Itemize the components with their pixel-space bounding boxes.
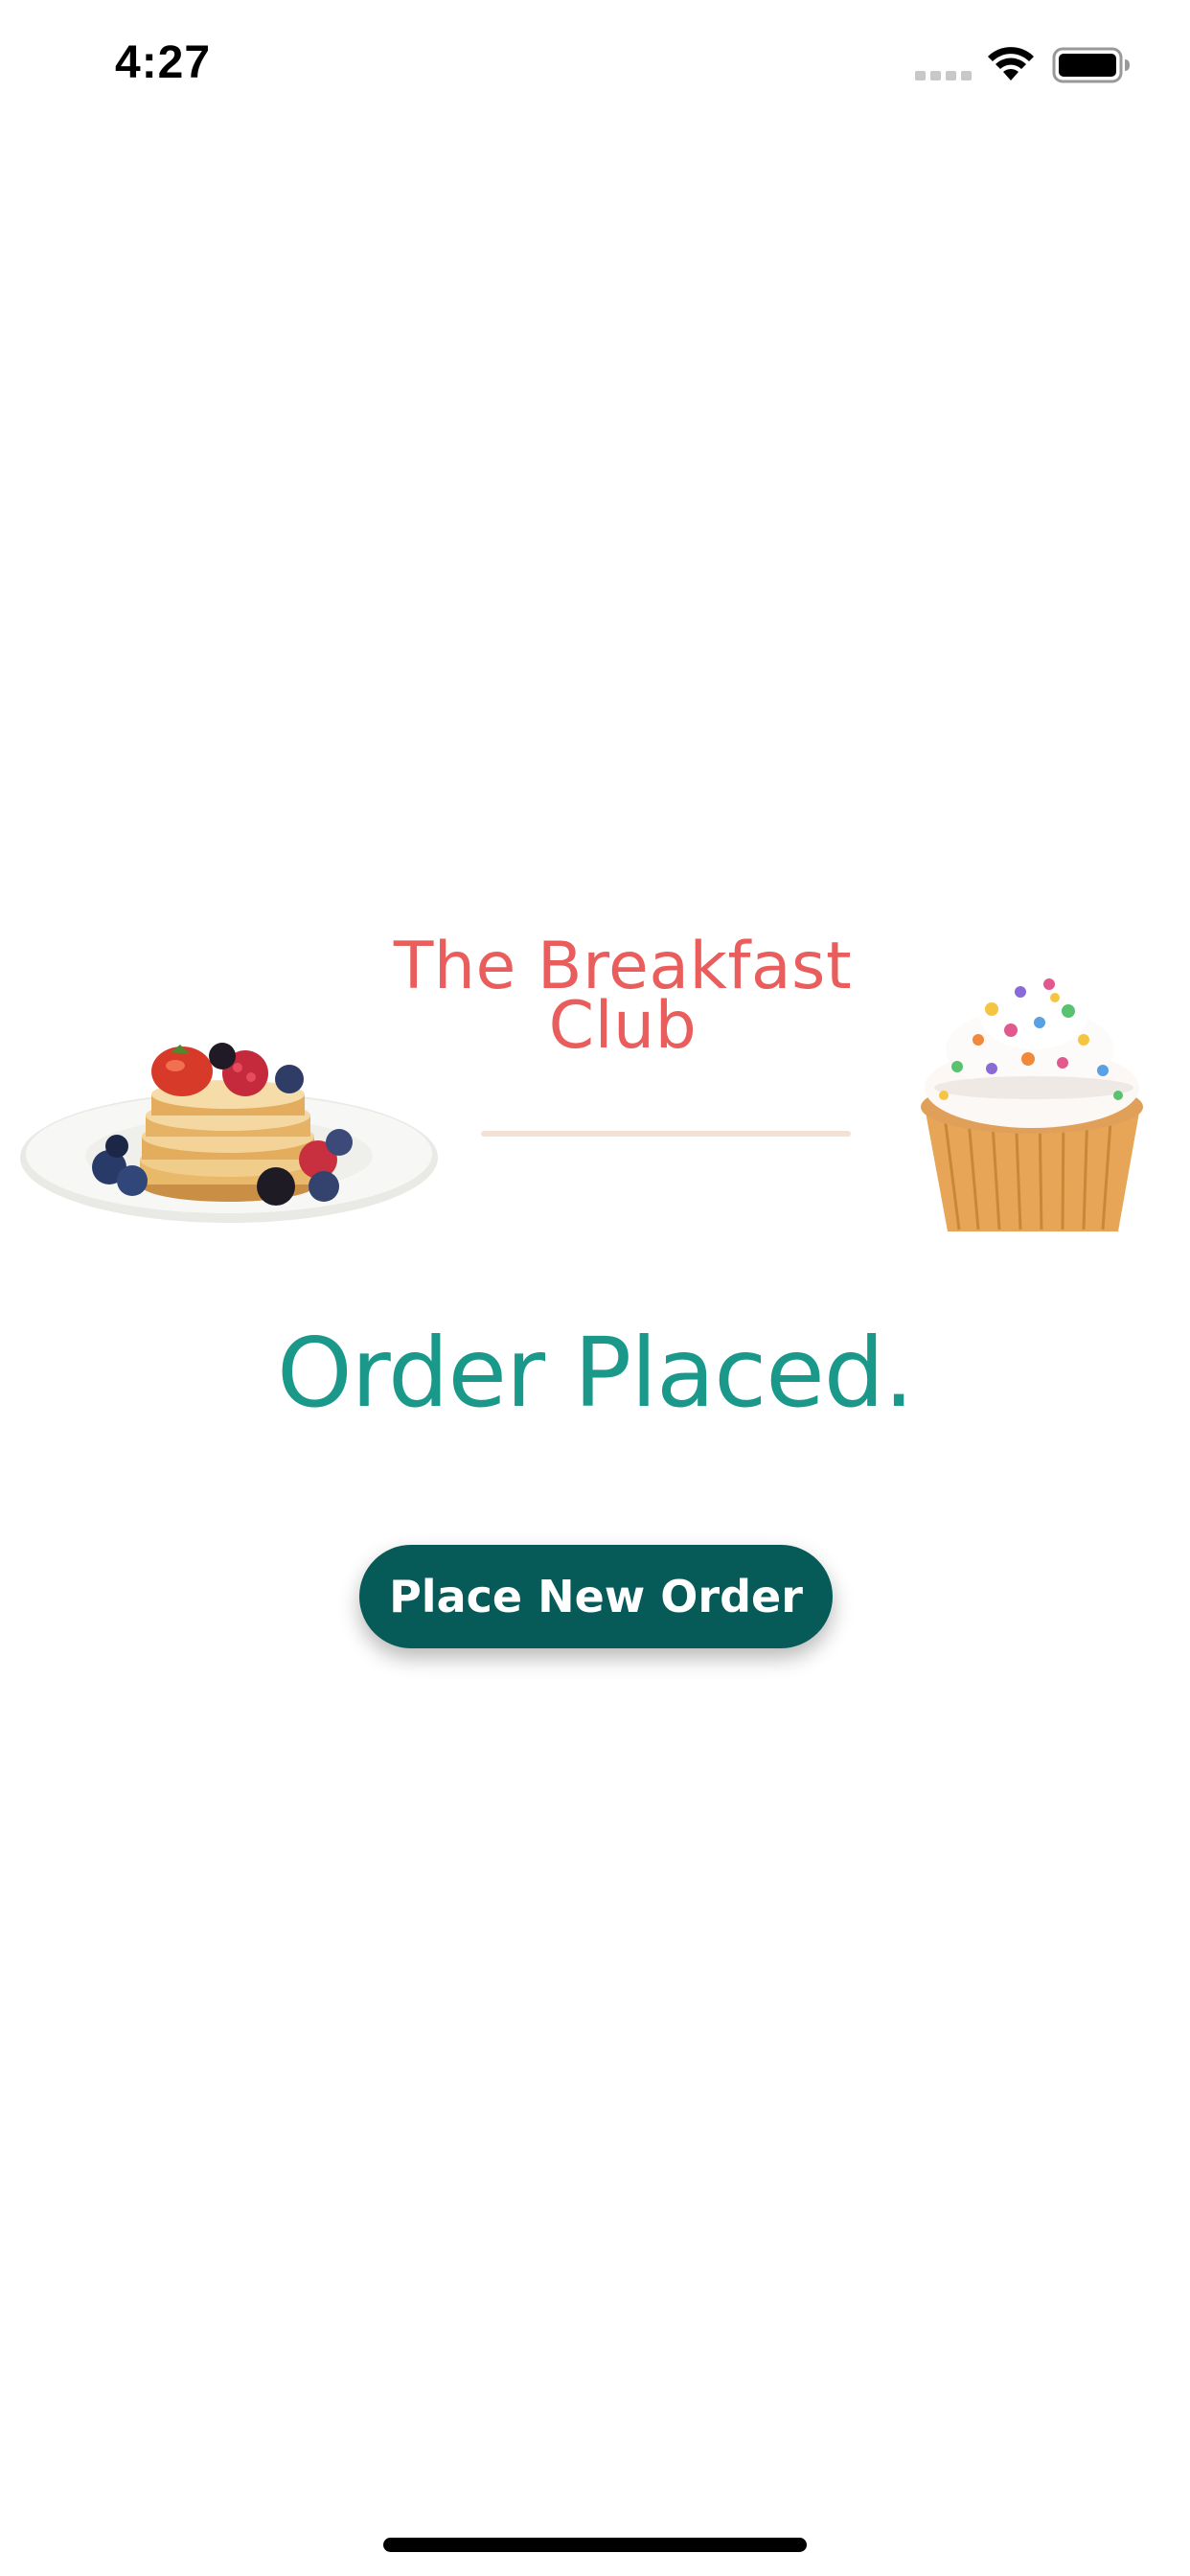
cellular-signal-icon [915,71,972,80]
place-new-order-button[interactable]: Place New Order [359,1545,833,1648]
status-bar: 4:27 [0,0,1190,134]
order-status-message: Order Placed. [276,1317,914,1429]
home-indicator[interactable] [383,2538,807,2552]
brand-divider [481,1131,851,1137]
pancake-image [20,1043,438,1223]
brand-title: The Breakfast Club [393,929,853,1064]
wifi-icon [988,47,1034,80]
cupcake-image [921,978,1143,1231]
status-time: 4:27 [115,37,212,88]
battery-icon [1052,47,1130,83]
